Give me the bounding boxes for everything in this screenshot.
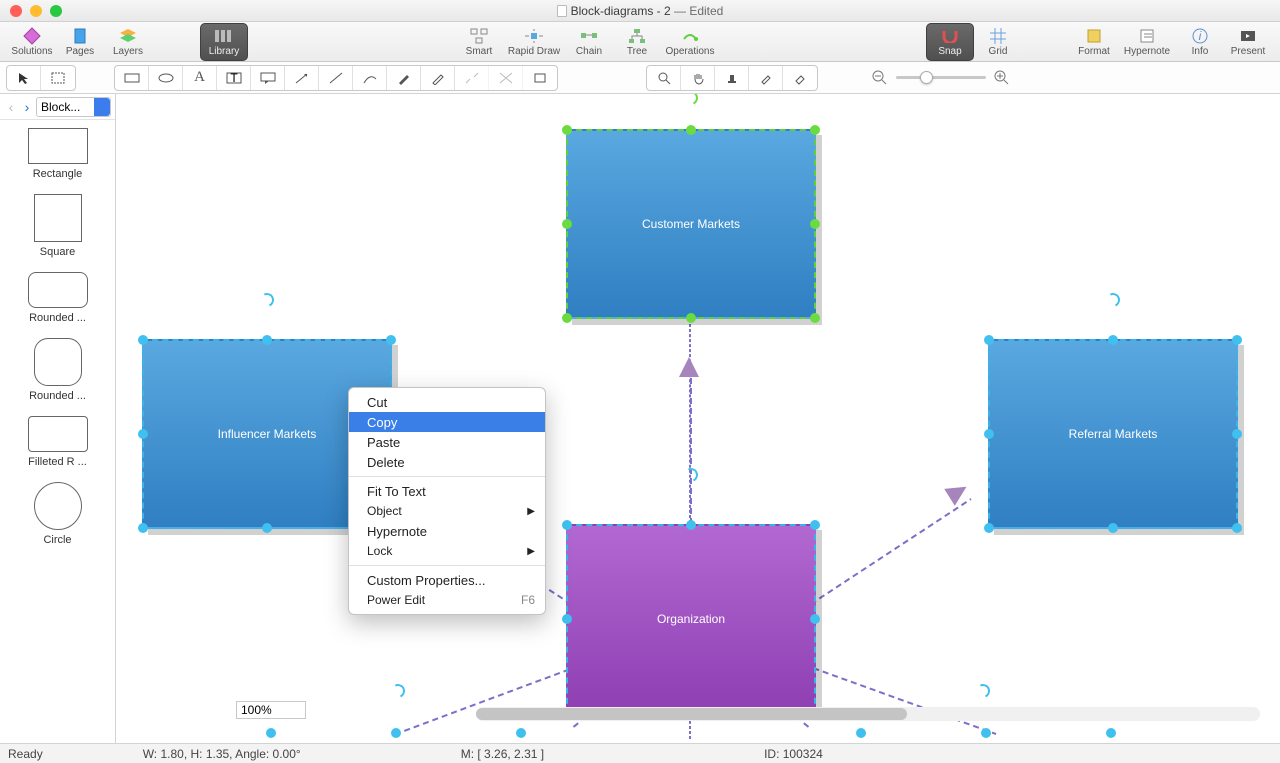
shape-circle[interactable]: Circle <box>0 482 115 546</box>
snap-button[interactable]: Snap <box>926 23 974 61</box>
block-label: Organization <box>657 612 725 626</box>
status-mouse: M: [ 3.26, 2.31 ] <box>461 747 544 761</box>
ctx-delete[interactable]: Delete <box>349 452 545 472</box>
canvas[interactable]: Customer Markets Influencer Markets Refe… <box>116 94 1280 743</box>
shape-palette: Rectangle Square Rounded ... Rounded ... Fil… <box>0 120 115 743</box>
line-tool[interactable] <box>319 66 353 90</box>
ctx-paste[interactable]: Paste <box>349 432 545 452</box>
sidebar-library-selector[interactable]: Block...⌃⌄ <box>36 97 111 117</box>
eraser-tool[interactable] <box>783 66 817 90</box>
zoom-slider[interactable] <box>872 70 1010 86</box>
smart-connector-tool[interactable] <box>489 66 523 90</box>
pencil-tool[interactable] <box>421 66 455 90</box>
arrow-tool[interactable] <box>285 66 319 90</box>
textbox-tool[interactable]: T <box>217 66 251 90</box>
shape-rounded-[interactable]: Rounded ... <box>0 272 115 324</box>
shape-filleted-r-[interactable]: Filleted R ... <box>0 416 115 468</box>
block-customer-markets[interactable]: Customer Markets <box>566 129 816 319</box>
sidebar: ‹ › Block...⌃⌄ Rectangle Square Rounded ..… <box>0 94 116 743</box>
svg-text:T: T <box>230 71 238 85</box>
info-button[interactable]: iInfo <box>1176 23 1224 61</box>
curve-tool[interactable] <box>353 66 387 90</box>
solutions-button[interactable]: Solutions <box>8 23 56 61</box>
zoom-in-icon[interactable] <box>994 70 1010 86</box>
ctx-lock[interactable]: Lock▶ <box>349 541 545 561</box>
stamp-tool[interactable] <box>715 66 749 90</box>
main-toolbar: Solutions Pages Layers Library Smart Rap… <box>0 22 1280 62</box>
block-organization[interactable]: Organization <box>566 524 816 714</box>
zoom-select[interactable]: 100% <box>236 701 306 719</box>
ctx-cut[interactable]: Cut <box>349 392 545 412</box>
document-icon <box>557 5 567 17</box>
zoom-tool[interactable] <box>647 66 681 90</box>
ctx-power-edit[interactable]: Power EditF6 <box>349 590 545 610</box>
status-ready: Ready <box>8 747 43 761</box>
pages-button[interactable]: Pages <box>56 23 104 61</box>
library-button[interactable]: Library <box>200 23 248 61</box>
arrow-icon <box>944 478 972 506</box>
shape-rectangle[interactable]: Rectangle <box>0 128 115 180</box>
layers-button[interactable]: Layers <box>104 23 152 61</box>
titlebar: Block-diagrams - 2 — Edited <box>0 0 1280 22</box>
ctx-hypernote[interactable]: Hypernote <box>349 521 545 541</box>
sidebar-forward[interactable]: › <box>20 98 34 116</box>
ctx-object[interactable]: Object▶ <box>349 501 545 521</box>
ctx-fit-to-text[interactable]: Fit To Text <box>349 481 545 501</box>
hypernote-button[interactable]: Hypernote <box>1118 23 1176 61</box>
block-referral-markets[interactable]: Referral Markets <box>988 339 1238 529</box>
rapid-draw-button[interactable]: Rapid Draw <box>503 23 565 61</box>
shape-rounded-[interactable]: Rounded ... <box>0 338 115 402</box>
window-title: Block-diagrams - 2 — Edited <box>0 3 1280 18</box>
shape-toolbar: A T <box>0 62 1280 94</box>
status-dimensions: W: 1.80, H: 1.35, Angle: 0.00° <box>143 747 301 761</box>
ctx-custom-properties[interactable]: Custom Properties... <box>349 570 545 590</box>
ctx-copy[interactable]: Copy <box>349 412 545 432</box>
callout-tool[interactable] <box>251 66 285 90</box>
pointer-tool[interactable] <box>7 66 41 90</box>
block-label: Customer Markets <box>622 217 760 231</box>
chain-button[interactable]: Chain <box>565 23 613 61</box>
hand-tool[interactable] <box>681 66 715 90</box>
ellipse-tool[interactable] <box>149 66 183 90</box>
operations-button[interactable]: Operations <box>661 23 719 61</box>
arrow-icon <box>679 357 699 377</box>
marquee-tool[interactable] <box>41 66 75 90</box>
grid-button[interactable]: Grid <box>974 23 1022 61</box>
zoom-out-icon[interactable] <box>872 70 888 86</box>
smart-button[interactable]: Smart <box>455 23 503 61</box>
shape-square[interactable]: Square <box>0 194 115 258</box>
crop-tool[interactable] <box>523 66 557 90</box>
submenu-arrow-icon: ▶ <box>527 506 535 517</box>
tree-button[interactable]: Tree <box>613 23 661 61</box>
svg-text:i: i <box>1199 29 1202 43</box>
eyedropper-tool[interactable] <box>749 66 783 90</box>
block-label: Influencer Markets <box>198 427 337 441</box>
horizontal-scrollbar[interactable] <box>476 707 1260 721</box>
submenu-arrow-icon: ▶ <box>527 546 535 557</box>
statusbar: Ready W: 1.80, H: 1.35, Angle: 0.00° M: … <box>0 743 1280 763</box>
connector-tool[interactable] <box>455 66 489 90</box>
format-button[interactable]: Format <box>1070 23 1118 61</box>
highlighter-tool[interactable] <box>387 66 421 90</box>
context-menu: Cut Copy Paste Delete Fit To Text Object… <box>348 387 546 615</box>
rect-tool[interactable] <box>115 66 149 90</box>
sidebar-back[interactable]: ‹ <box>4 98 18 116</box>
present-button[interactable]: Present <box>1224 23 1272 61</box>
text-tool[interactable]: A <box>183 66 217 90</box>
block-label: Referral Markets <box>1059 427 1168 441</box>
status-id: ID: 100324 <box>764 747 823 761</box>
